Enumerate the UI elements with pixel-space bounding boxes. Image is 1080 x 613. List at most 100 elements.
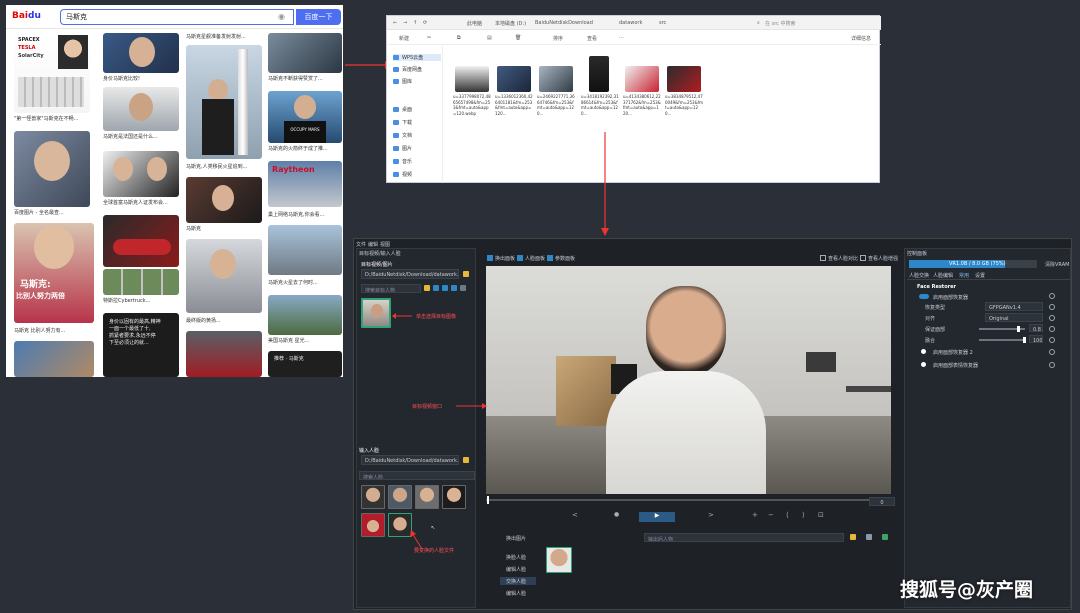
fidelity-value[interactable]: 0.8	[1029, 324, 1043, 332]
image-result[interactable]: SPACEX TESLA SolarCity	[14, 33, 90, 113]
blend-value[interactable]: 100	[1029, 335, 1043, 343]
breadcrumb-item[interactable]: datawork	[619, 20, 642, 26]
more-button[interactable]: ···	[619, 35, 624, 41]
clear-vram-button[interactable]: 清除VRAM	[1045, 261, 1069, 268]
input-search-field[interactable]: 搜索人脸	[359, 471, 475, 480]
prev-marker-button[interactable]: ⟨	[786, 511, 789, 519]
paste-icon[interactable]: ▤	[487, 35, 492, 41]
detected-face-thumbnail[interactable]	[546, 547, 572, 573]
image-result[interactable]: 推荐 · 马斯克	[268, 351, 342, 377]
new-button[interactable]: 新建	[399, 35, 409, 42]
image-caption[interactable]: 百度图片 - 全名最查...	[14, 209, 90, 216]
save-icon[interactable]	[866, 534, 872, 540]
image-result[interactable]	[14, 131, 90, 207]
input-face-thumbnail[interactable]	[415, 485, 439, 509]
search-input[interactable]	[60, 9, 294, 25]
reset-icon[interactable]	[1049, 326, 1055, 332]
toggle-label[interactable]: 查看人脸增强	[868, 255, 898, 262]
checkbox-icon[interactable]	[442, 285, 448, 291]
tab-face[interactable]: 换脸人脸	[506, 554, 526, 561]
tab-swap-face[interactable]: 交换人脸	[500, 577, 536, 585]
image-caption[interactable]: 美国马斯克 星光...	[268, 337, 342, 344]
camera-icon[interactable]: ◉	[278, 12, 285, 21]
file-name[interactable]: u=1336012360,426401181&fm=253&fmt=auto&a…	[495, 94, 533, 122]
file-thumbnail[interactable]	[625, 66, 659, 92]
checkbox-icon[interactable]	[547, 255, 553, 261]
image-result[interactable]	[103, 151, 179, 197]
sidebar-item-desktop[interactable]: 桌面	[393, 106, 412, 113]
image-caption[interactable]: 身价马斯克比较!	[103, 75, 179, 82]
details-button[interactable]: 详细信息	[851, 35, 871, 42]
fit-view-button[interactable]: ⊡	[818, 511, 824, 519]
checkbox-icon[interactable]	[433, 285, 439, 291]
image-result[interactable]	[103, 215, 179, 267]
checkbox-icon[interactable]	[860, 255, 866, 261]
remove-marker-button[interactable]: −	[768, 511, 774, 519]
timeline-slider[interactable]	[486, 499, 871, 501]
delete-icon[interactable]: 🗑	[515, 35, 521, 41]
menu-view[interactable]: 视图	[380, 241, 390, 248]
tab-common[interactable]: 常用	[959, 272, 969, 279]
image-caption[interactable]: 马斯克不断获得赞赏了...	[268, 75, 342, 82]
explorer-search-field[interactable]: 在 src 中搜索	[765, 20, 795, 27]
checkbox-icon[interactable]	[820, 255, 826, 261]
image-caption[interactable]: 马斯克是法国还是什么...	[103, 133, 179, 140]
add-marker-button[interactable]: +	[752, 511, 758, 519]
target-search-field[interactable]: 搜索目标人物	[361, 284, 421, 293]
toggle-label[interactable]: 人脸面板	[525, 255, 545, 262]
file-thumbnail[interactable]	[539, 66, 573, 92]
input-face-thumbnail[interactable]	[361, 513, 385, 537]
up-icon[interactable]: ↑	[413, 20, 417, 26]
input-path-field[interactable]: D:/BaiduNetdisk/Download/datawork...	[361, 455, 459, 465]
timeline-handle[interactable]	[487, 496, 489, 504]
restorer-type-select[interactable]: GFPGANv1.4	[985, 302, 1043, 311]
tab-edit-face-2[interactable]: 编辑人脸	[506, 590, 526, 597]
input-face-thumbnail[interactable]	[442, 485, 466, 509]
image-result[interactable]	[186, 177, 262, 223]
sidebar-item-videos[interactable]: 视频	[393, 171, 412, 178]
image-result[interactable]	[103, 33, 179, 73]
image-result[interactable]	[268, 225, 342, 275]
image-caption[interactable]: 最终版的黄扬...	[186, 317, 262, 324]
prev-frame-button[interactable]: <	[572, 511, 578, 519]
radio-option[interactable]	[921, 362, 926, 367]
reset-icon[interactable]	[1049, 315, 1055, 321]
sidebar-item-wps[interactable]: WPS云盘	[393, 54, 441, 61]
reset-icon[interactable]	[1049, 337, 1055, 343]
file-name[interactable]: u=3377998072,4865657498&fm=253&fmt=auto&…	[453, 94, 491, 122]
export-icon[interactable]	[882, 534, 888, 540]
sidebar-item-downloads[interactable]: 下载	[393, 119, 412, 126]
view-button[interactable]: 查看	[587, 35, 597, 42]
cut-icon[interactable]: ✂	[427, 35, 431, 41]
folder-icon[interactable]	[424, 285, 430, 291]
image-result[interactable]: 马斯克: 比别人努力两倍	[14, 223, 94, 323]
reset-icon[interactable]	[1049, 349, 1055, 355]
image-result[interactable]: Raytheon	[268, 161, 342, 207]
image-result[interactable]	[268, 295, 342, 335]
image-caption[interactable]: 马斯克 比别人努力有...	[14, 327, 94, 334]
frame-number-field[interactable]: 0	[869, 497, 895, 506]
breadcrumb-item[interactable]: src	[659, 20, 666, 26]
image-result[interactable]	[103, 87, 179, 131]
reset-icon[interactable]	[1049, 293, 1055, 299]
checkbox-icon[interactable]	[517, 255, 523, 261]
file-name[interactable]: u=3834879512,470049&fm=253&fmt=auto&app=…	[665, 94, 703, 122]
image-result[interactable]	[14, 341, 94, 377]
folder-icon[interactable]	[850, 534, 856, 540]
output-field[interactable]: 输出后人物	[644, 533, 844, 542]
image-result[interactable]: OCCUPY MARS	[268, 91, 342, 143]
image-result[interactable]: 身价以固有的最高,精神 一面一个最低了十, 抓紧者要求,永远不停 下至必须让的就…	[103, 313, 179, 377]
folder-icon[interactable]	[463, 271, 469, 277]
menu-edit[interactable]: 编辑	[368, 241, 378, 248]
image-caption[interactable]: 全球首富马斯克人证发布会...	[103, 199, 179, 206]
input-face-thumbnail[interactable]	[361, 485, 385, 509]
reset-icon[interactable]	[1049, 362, 1055, 368]
checkbox-icon[interactable]	[487, 255, 493, 261]
breadcrumb-item[interactable]: 本地磁盘 (D:)	[495, 20, 526, 27]
file-name[interactable]: u=2469227771,3664746&fm=253&fmt=auto&app…	[537, 94, 575, 122]
toggle-switch[interactable]	[919, 294, 929, 299]
sidebar-item-baidu[interactable]: 百度网盘	[393, 66, 422, 73]
toggle-label[interactable]: 换出面板	[495, 255, 515, 262]
tab-face-swap[interactable]: 人脸交换	[909, 272, 929, 279]
next-marker-button[interactable]: ⟩	[802, 511, 805, 519]
